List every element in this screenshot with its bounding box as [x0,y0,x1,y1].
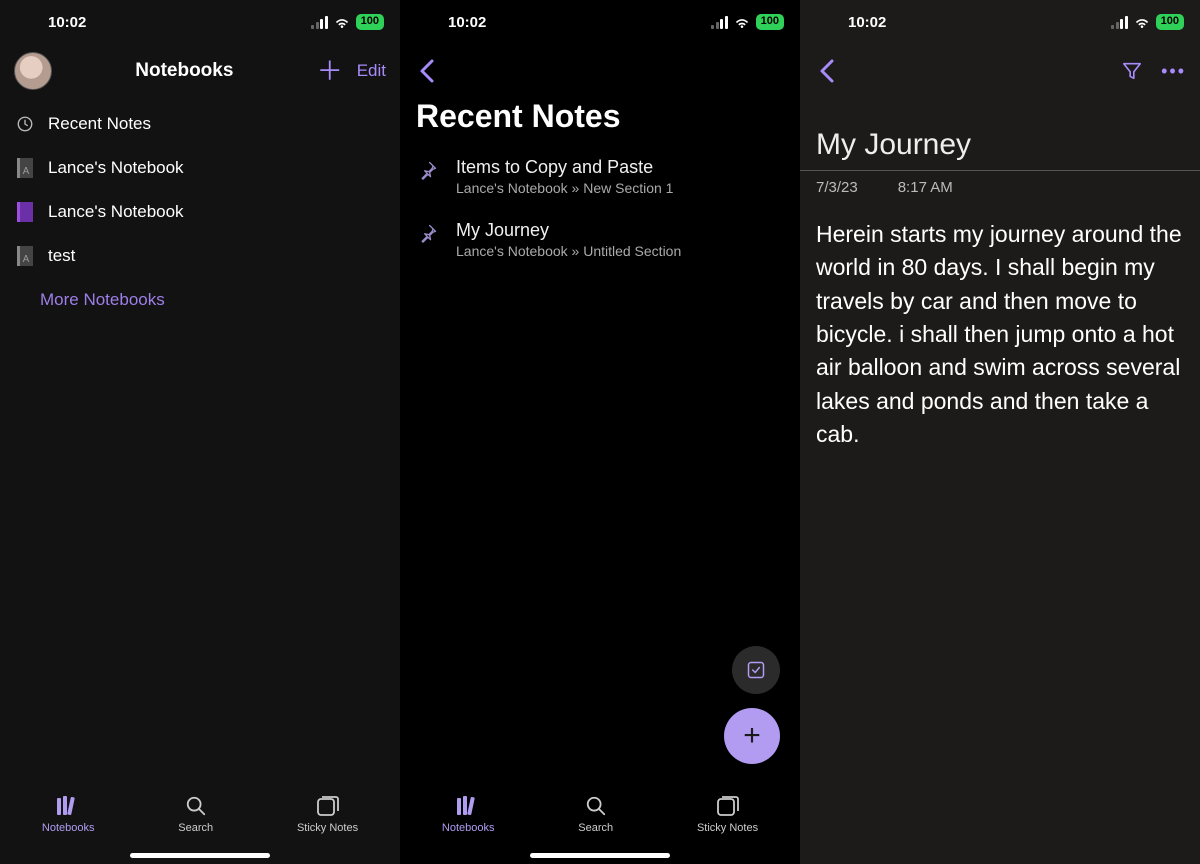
home-indicator[interactable] [530,853,670,858]
page-title: Recent Notes [400,98,800,145]
note-row[interactable]: My Journey Lance's Notebook » Untitled S… [400,208,800,271]
tab-label: Notebooks [442,822,495,834]
tab-search[interactable]: Search [578,794,613,834]
svg-text:A: A [23,166,30,177]
note-header: My Journey [800,98,1200,171]
sticky-note-icon [315,794,341,818]
note-meta: 7/3/23 8:17 AM [800,171,1200,204]
status-right: 100 [1111,14,1184,29]
tab-notebooks[interactable]: Notebooks [442,794,495,834]
note-subtitle: Lance's Notebook » New Section 1 [456,180,673,196]
page-title: Notebooks [52,60,317,82]
wifi-icon [334,16,350,28]
clock-icon [16,114,34,134]
edit-button[interactable]: Edit [357,61,386,81]
note-date: 7/3/23 [816,179,858,196]
status-bar: 10:02 100 [0,0,400,44]
battery-indicator: 100 [356,14,384,29]
status-time: 10:02 [448,14,486,31]
list-item-label: Lance's Notebook [48,202,184,222]
notebook-icon: A [16,158,34,178]
nav-bar: Notebooks ＋ Edit [0,44,400,98]
pin-icon [418,223,438,243]
status-bar: 10:02 100 [800,0,1200,44]
tab-notebooks[interactable]: Notebooks [42,794,95,834]
more-notebooks-link[interactable]: More Notebooks [0,278,400,322]
books-icon [455,794,481,818]
tab-label: Sticky Notes [297,822,358,834]
avatar[interactable] [14,52,52,90]
svg-text:A: A [23,254,30,265]
note-body[interactable]: Herein starts my journey around the worl… [800,204,1200,465]
tab-sticky-notes[interactable]: Sticky Notes [697,794,758,834]
tab-sticky-notes[interactable]: Sticky Notes [297,794,358,834]
back-button[interactable] [814,58,836,84]
status-time: 10:02 [48,14,86,31]
notes-list: Items to Copy and Paste Lance's Notebook… [400,145,800,271]
status-right: 100 [711,14,784,29]
notebooks-screen: 10:02 100 Notebooks ＋ Edit Recent Notes … [0,0,400,864]
wifi-icon [1134,16,1150,28]
cellular-signal-icon [311,16,328,29]
books-icon [55,794,81,818]
note-title: My Journey [816,128,1184,162]
tab-label: Search [178,822,213,834]
list-item-label: Lance's Notebook [48,158,184,178]
status-bar: 10:02 100 [400,0,800,44]
list-item-recent-notes[interactable]: Recent Notes [0,102,400,146]
new-note-fab[interactable]: + [724,708,780,764]
note-time: 8:17 AM [898,179,953,196]
list-item-notebook[interactable]: A test [0,234,400,278]
battery-indicator: 100 [1156,14,1184,29]
tab-search[interactable]: Search [178,794,213,834]
status-right: 100 [311,14,384,29]
nav-bar [400,44,800,98]
note-row[interactable]: Items to Copy and Paste Lance's Notebook… [400,145,800,208]
note-title: My Journey [456,220,681,241]
back-button[interactable] [414,58,436,84]
notebook-icon [16,202,34,222]
more-options-icon[interactable]: ••• [1161,61,1186,82]
note-view-screen: 10:02 100 ••• My Journey 7/3/23 8:17 AM … [800,0,1200,864]
tab-label: Notebooks [42,822,95,834]
status-time: 10:02 [848,14,886,31]
plus-icon: + [743,719,761,753]
checklist-fab[interactable] [732,646,780,694]
list-item-notebook[interactable]: A Lance's Notebook [0,146,400,190]
notebook-icon: A [16,246,34,266]
notebook-list: Recent Notes A Lance's Notebook Lance's … [0,98,400,326]
cellular-signal-icon [1111,16,1128,29]
home-indicator[interactable] [130,853,270,858]
list-item-label: test [48,246,75,266]
recent-notes-screen: 10:02 100 Recent Notes Items to Copy and… [400,0,800,864]
wifi-icon [734,16,750,28]
list-item-label: Recent Notes [48,114,151,134]
battery-indicator: 100 [756,14,784,29]
tab-label: Sticky Notes [697,822,758,834]
note-title: Items to Copy and Paste [456,157,673,178]
note-subtitle: Lance's Notebook » Untitled Section [456,243,681,259]
cellular-signal-icon [711,16,728,29]
pin-icon [418,160,438,180]
search-icon [583,794,609,818]
list-item-notebook[interactable]: Lance's Notebook [0,190,400,234]
nav-bar: ••• [800,44,1200,98]
search-icon [183,794,209,818]
tab-label: Search [578,822,613,834]
add-icon[interactable]: ＋ [317,58,343,84]
filter-icon[interactable] [1121,61,1143,81]
sticky-note-icon [715,794,741,818]
